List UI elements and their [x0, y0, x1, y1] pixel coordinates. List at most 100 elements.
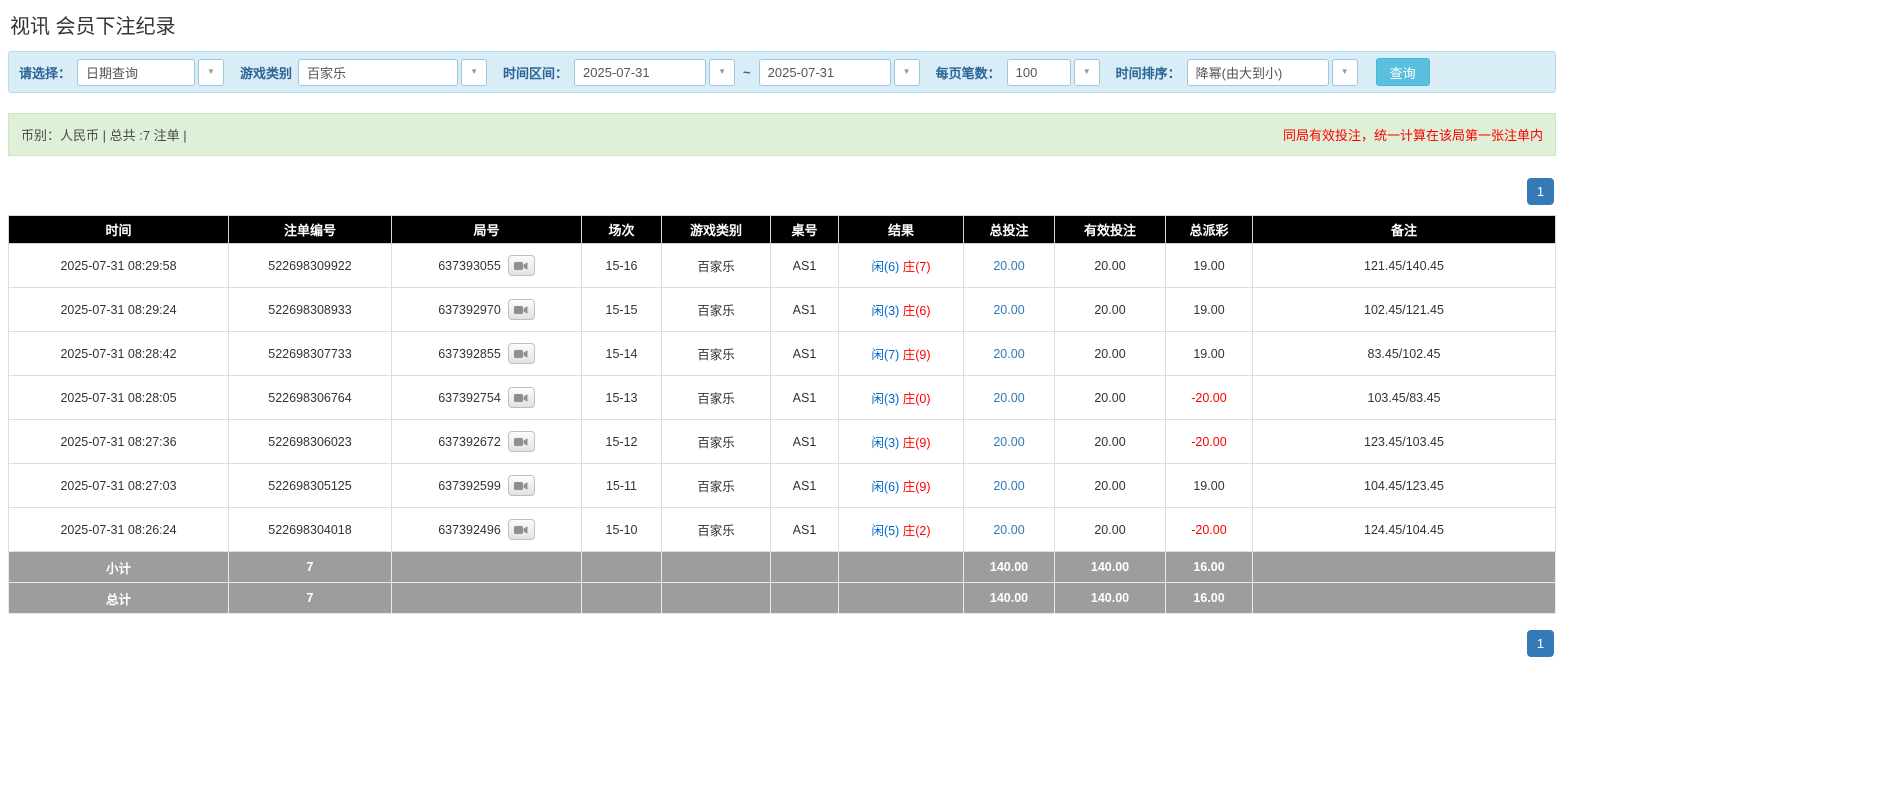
- total-valid-bet: 140.00: [1054, 582, 1166, 614]
- time-sort-input[interactable]: [1186, 58, 1329, 86]
- chevron-down-icon: ▼: [207, 67, 215, 76]
- cell-table-no: AS1: [770, 243, 839, 288]
- page-size-combo: ▼: [1006, 58, 1100, 86]
- page-number-button[interactable]: 1: [1527, 178, 1554, 205]
- game-type-input[interactable]: [298, 58, 459, 86]
- total-bet-link[interactable]: 20.00: [993, 391, 1024, 405]
- summary-currency-count: 币别：人民币 | 总共 :7 注单 |: [21, 128, 187, 143]
- query-type-label: 请选择：: [19, 65, 72, 81]
- result-player: 闲(5): [871, 524, 900, 538]
- table-row: 2025-07-31 08:27:03 522698305125 637392599…: [8, 463, 1556, 508]
- subtotal-label: 小计: [8, 551, 229, 583]
- query-type-dropdown-button[interactable]: ▼: [198, 58, 225, 86]
- replay-video-button[interactable]: [507, 519, 535, 540]
- header-time: 时间: [8, 215, 229, 244]
- empty-cell: [770, 582, 839, 614]
- cell-time: 2025-07-31 08:27:03: [8, 463, 229, 508]
- replay-video-icon: [514, 393, 528, 402]
- empty-cell: [391, 582, 582, 614]
- cell-game-type: 百家乐: [661, 331, 771, 376]
- page-number-button[interactable]: 1: [1527, 630, 1554, 657]
- total-bet-link[interactable]: 20.00: [993, 435, 1024, 449]
- empty-cell: [581, 582, 662, 614]
- cell-total-bet: 20.00: [963, 507, 1055, 552]
- cell-session: 15-14: [581, 331, 662, 376]
- total-bet-link[interactable]: 20.00: [993, 303, 1024, 317]
- payout-value: -20.00: [1191, 390, 1227, 405]
- header-session: 场次: [581, 215, 662, 244]
- table-row: 2025-07-31 08:28:42 522698307733 637392855…: [8, 331, 1556, 376]
- replay-video-button[interactable]: [507, 343, 535, 364]
- cell-game-type: 百家乐: [661, 507, 771, 552]
- subtotal-valid-bet: 140.00: [1054, 551, 1166, 583]
- replay-video-icon: [514, 305, 528, 314]
- empty-cell: [1252, 551, 1556, 583]
- time-sort-label: 时间排序：: [1115, 65, 1181, 81]
- date-to-combo: ▼: [758, 58, 920, 86]
- replay-video-button[interactable]: [507, 431, 535, 452]
- total-bet-link[interactable]: 20.00: [993, 479, 1024, 493]
- cell-round-id: 637392855: [391, 331, 582, 376]
- result-player: 闲(3): [871, 436, 900, 450]
- table-row: 2025-07-31 08:29:58 522698309922 637393055…: [8, 243, 1556, 288]
- result-banker: 庄(0): [902, 392, 931, 406]
- round-id-text: 637392970: [438, 302, 501, 317]
- date-from-input[interactable]: [574, 58, 707, 86]
- cell-valid-bet: 20.00: [1054, 375, 1166, 420]
- cell-time: 2025-07-31 08:28:05: [8, 375, 229, 420]
- cell-bet-id: 522698304018: [228, 507, 392, 552]
- total-bet-link[interactable]: 20.00: [993, 259, 1024, 273]
- header-round-id: 局号: [391, 215, 582, 244]
- cell-game-type: 百家乐: [661, 463, 771, 508]
- replay-video-icon: [514, 261, 528, 270]
- replay-video-button[interactable]: [507, 387, 535, 408]
- time-sort-dropdown-button[interactable]: ▼: [1331, 58, 1358, 86]
- cell-time: 2025-07-31 08:29:58: [8, 243, 229, 288]
- cell-bet-id: 522698306764: [228, 375, 392, 420]
- cell-table-no: AS1: [770, 419, 839, 464]
- page: 视讯 会员下注纪录 请选择： ▼ 游戏类别 ▼ 时间区间： ▼ ~ ▼ 每页笔数…: [0, 0, 1564, 673]
- result-player: 闲(6): [871, 260, 900, 274]
- cell-result: 闲(6) 庄(7): [838, 243, 964, 288]
- empty-cell: [1252, 582, 1556, 614]
- replay-video-button[interactable]: [507, 299, 535, 320]
- empty-cell: [838, 582, 964, 614]
- cell-remark: 121.45/140.45: [1252, 243, 1556, 288]
- date-to-input[interactable]: [758, 58, 891, 86]
- empty-cell: [581, 551, 662, 583]
- table-row: 2025-07-31 08:28:05 522698306764 637392754…: [8, 375, 1556, 420]
- query-type-combo: ▼: [77, 58, 225, 86]
- cell-total-bet: 20.00: [963, 331, 1055, 376]
- game-type-dropdown-button[interactable]: ▼: [461, 58, 488, 86]
- round-id-text: 637392855: [438, 346, 501, 361]
- cell-bet-id: 522698306023: [228, 419, 392, 464]
- search-button[interactable]: 查询: [1375, 58, 1430, 86]
- cell-payout: 19.00: [1165, 463, 1253, 508]
- result-banker: 庄(9): [902, 480, 931, 494]
- header-remark: 备注: [1252, 215, 1556, 244]
- result-banker: 庄(6): [902, 304, 931, 318]
- total-bet-link[interactable]: 20.00: [993, 347, 1024, 361]
- cell-remark: 123.45/103.45: [1252, 419, 1556, 464]
- result-banker: 庄(2): [902, 524, 931, 538]
- game-type-combo: ▼: [298, 58, 488, 86]
- cell-total-bet: 20.00: [963, 463, 1055, 508]
- date-to-dropdown-button[interactable]: ▼: [893, 58, 920, 86]
- cell-payout: -20.00: [1165, 507, 1253, 552]
- cell-remark: 104.45/123.45: [1252, 463, 1556, 508]
- page-size-input[interactable]: [1006, 58, 1071, 86]
- cell-payout: 19.00: [1165, 287, 1253, 332]
- query-type-input[interactable]: [77, 58, 196, 86]
- pagination-bottom: 1: [8, 630, 1554, 657]
- page-size-dropdown-button[interactable]: ▼: [1073, 58, 1100, 86]
- date-from-dropdown-button[interactable]: ▼: [709, 58, 736, 86]
- cell-result: 闲(7) 庄(9): [838, 331, 964, 376]
- page-title: 视讯 会员下注纪录: [10, 16, 176, 38]
- empty-cell: [838, 551, 964, 583]
- header-table-no: 桌号: [770, 215, 839, 244]
- total-bet-link[interactable]: 20.00: [993, 523, 1024, 537]
- replay-video-button[interactable]: [507, 255, 535, 276]
- cell-session: 15-16: [581, 243, 662, 288]
- replay-video-button[interactable]: [507, 475, 535, 496]
- cell-table-no: AS1: [770, 375, 839, 420]
